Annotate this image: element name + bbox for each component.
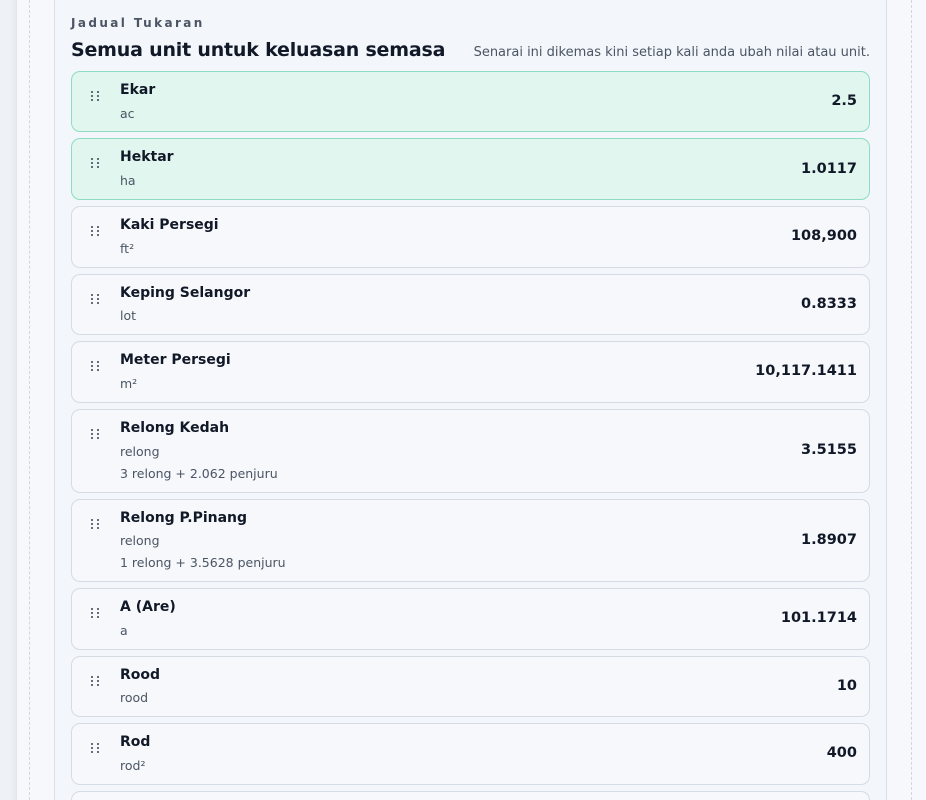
unit-name: Rod [120, 734, 151, 750]
unit-symbol: rood [120, 690, 149, 705]
unit-name: Meter Persegi [120, 352, 231, 368]
drag-handle-icon[interactable] [91, 226, 101, 238]
section-title: Semua unit untuk keluasan semasa [71, 39, 446, 61]
unit-value: 0.8333 [801, 296, 857, 312]
drag-handle-icon[interactable] [91, 608, 101, 620]
unit-name: Kaki Persegi [120, 217, 219, 233]
unit-value: 10 [836, 678, 857, 694]
unit-row-relong-kedah[interactable]: Relong Kedah relong 3 relong + 2.062 pen… [71, 409, 870, 493]
drag-handle-icon[interactable] [91, 676, 101, 688]
section-eyebrow: Jadual Tukaran [71, 16, 205, 30]
drag-handle-icon[interactable] [91, 429, 101, 441]
drag-handle-icon[interactable] [91, 361, 101, 373]
unit-row-relong-pinang[interactable]: Relong P.Pinang relong 1 relong + 3.5628… [71, 499, 870, 582]
unit-row-kaki-persegi[interactable]: Kaki Persegi ft² 108,900 [71, 206, 870, 268]
drag-handle-icon[interactable] [91, 294, 101, 306]
unit-symbol: ft² [120, 241, 135, 256]
unit-symbol: rod² [120, 758, 146, 773]
unit-note: 3 relong + 2.062 penjuru [120, 466, 278, 481]
unit-name: Keping Selangor [120, 285, 251, 301]
drag-handle-icon[interactable] [91, 519, 101, 531]
unit-value: 1.8907 [801, 532, 857, 548]
unit-row-rood[interactable]: Rood rood 10 [71, 656, 870, 717]
unit-symbol: ac [120, 106, 135, 121]
unit-symbol: relong [120, 533, 160, 548]
unit-value: 10,117.1411 [755, 363, 857, 379]
unit-value: 3.5155 [801, 442, 857, 458]
unit-symbol: ha [120, 173, 136, 188]
unit-name: Rood [120, 667, 161, 683]
unit-name: Relong Kedah [120, 420, 230, 436]
unit-row-meter-persegi[interactable]: Meter Persegi m² 10,117.1411 [71, 341, 870, 403]
unit-note: 1 relong + 3.5628 penjuru [120, 555, 286, 570]
drag-handle-icon[interactable] [91, 158, 101, 170]
unit-name: Hektar [120, 149, 174, 165]
unit-symbol: m² [120, 376, 138, 391]
drag-handle-icon[interactable] [91, 91, 101, 103]
unit-symbol: relong [120, 444, 160, 459]
unit-row-are[interactable]: A (Are) a 101.1714 [71, 588, 870, 650]
unit-row-hektar[interactable]: Hektar ha 1.0117 [71, 138, 870, 200]
unit-row-keping-selangor[interactable]: Keping Selangor lot 0.8333 [71, 274, 870, 335]
unit-row-rod[interactable]: Rod rod² 400 [71, 723, 870, 785]
unit-symbol: lot [120, 308, 137, 323]
unit-value: 2.5 [831, 93, 857, 109]
unit-row-ekar[interactable]: Ekar ac 2.5 [71, 71, 870, 132]
unit-value: 101.1714 [780, 610, 857, 626]
unit-row-partial[interactable] [71, 791, 870, 800]
unit-name: Relong P.Pinang [120, 510, 248, 526]
unit-name: A (Are) [120, 599, 176, 615]
unit-value: 400 [826, 745, 857, 761]
unit-name: Ekar [120, 82, 156, 98]
unit-value: 1.0117 [801, 161, 857, 177]
unit-symbol: a [120, 623, 128, 638]
section-hint: Senarai ini dikemas kini setiap kali and… [473, 45, 870, 60]
unit-value: 108,900 [790, 228, 857, 244]
drag-handle-icon[interactable] [91, 743, 101, 755]
